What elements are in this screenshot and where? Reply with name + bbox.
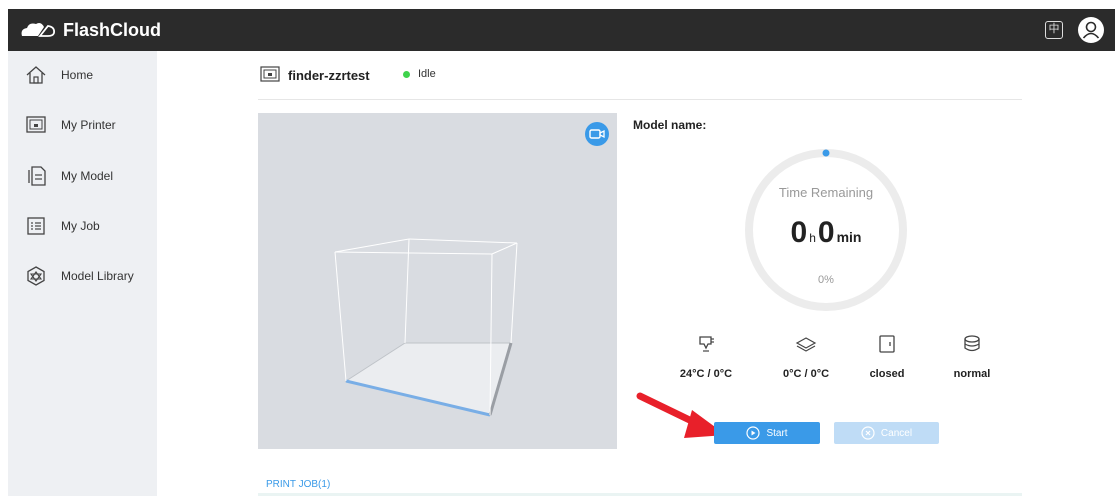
fan-icon	[964, 335, 980, 352]
camera-button[interactable]	[585, 122, 609, 146]
sidebar-item-home[interactable]: Home	[8, 55, 157, 95]
model-icon	[28, 166, 46, 186]
status-indicator	[403, 71, 410, 78]
minutes-unit: min	[836, 229, 862, 245]
time-remaining-value: 0 h0 min	[740, 216, 912, 250]
printer-icon	[260, 66, 280, 82]
play-icon	[746, 426, 761, 440]
start-button[interactable]: Start	[714, 422, 820, 444]
progress-percent: 0%	[818, 274, 834, 286]
cancel-button-label: Cancel	[880, 427, 913, 439]
time-remaining-label: Time Remaining	[778, 185, 874, 200]
sidebar-item-label: Home	[61, 68, 94, 82]
fan-status-stat: normal	[932, 334, 1012, 380]
print-job-label: PRINT JOB(1)	[266, 479, 331, 490]
app-title: FlashCloud	[63, 19, 161, 40]
build-volume-wireframe	[334, 238, 518, 417]
top-bar: FlashCloud 中	[8, 9, 1115, 51]
home-icon	[26, 66, 46, 84]
printer-name: finder-zzrtest	[288, 68, 370, 83]
cancel-icon	[861, 426, 875, 440]
printer-icon	[26, 116, 46, 133]
user-avatar-button[interactable]	[1078, 17, 1104, 43]
hours-unit: h	[809, 231, 816, 245]
fan-status-value: normal	[953, 368, 991, 380]
sidebar-item-label: My Job	[61, 219, 100, 233]
sidebar: Home My Printer My Model My Job Model Li…	[8, 51, 157, 496]
door-status-value: closed	[869, 368, 905, 380]
sidebar-item-model-library[interactable]: Model Library	[8, 256, 157, 296]
nozzle-icon	[699, 336, 714, 352]
printer-status: Idle	[418, 68, 436, 80]
sidebar-item-label: My Printer	[61, 118, 116, 132]
cancel-button[interactable]: Cancel	[834, 422, 939, 444]
job-icon	[27, 217, 45, 235]
bed-temperature-stat: 0°C / 0°C	[766, 334, 846, 380]
sidebar-item-my-job[interactable]: My Job	[8, 206, 157, 246]
sidebar-item-my-printer[interactable]: My Printer	[8, 105, 157, 145]
library-icon	[27, 266, 45, 286]
minutes-value: 0	[817, 216, 835, 249]
cloud-logo-icon	[21, 23, 56, 37]
nozzle-temperature-value: 24°C / 0°C	[679, 368, 733, 380]
camera-icon	[589, 129, 605, 139]
model-viewer[interactable]	[258, 113, 617, 449]
sidebar-item-label: My Model	[61, 169, 114, 183]
nozzle-temperature-stat: 24°C / 0°C	[666, 334, 746, 380]
bed-temperature-value: 0°C / 0°C	[782, 368, 830, 380]
door-status-stat: closed	[847, 334, 927, 380]
user-icon	[1082, 21, 1100, 39]
model-name-label: Model name:	[633, 118, 707, 132]
brand[interactable]: FlashCloud	[18, 9, 161, 51]
sidebar-item-label: Model Library	[61, 269, 134, 283]
hours-value: 0	[790, 216, 808, 249]
sidebar-item-my-model[interactable]: My Model	[8, 156, 157, 196]
language-toggle-button[interactable]: 中	[1045, 21, 1063, 39]
printer-header: finder-zzrtest Idle	[258, 62, 1022, 100]
start-button-label: Start	[766, 427, 788, 439]
progress-ring-marker	[822, 149, 830, 157]
print-job-tab[interactable]: PRINT JOB(1)	[258, 474, 1022, 496]
bed-icon	[795, 337, 817, 352]
door-icon	[879, 335, 895, 353]
